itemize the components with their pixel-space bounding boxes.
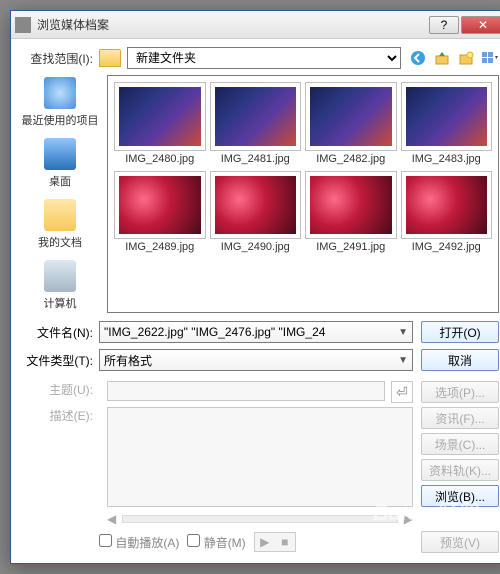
options-button[interactable]: 选项(P)... xyxy=(421,381,499,403)
thumbnail-image xyxy=(215,87,297,146)
lookin-combo[interactable]: 新建文件夹 xyxy=(127,47,401,69)
left-arrow-icon[interactable]: ◀ xyxy=(107,512,116,526)
subject-label: 主题(U): xyxy=(21,381,99,403)
slider[interactable] xyxy=(122,515,398,523)
help-button[interactable]: ? xyxy=(429,16,459,34)
browse-button[interactable]: 浏览(B)... xyxy=(421,485,499,507)
folder-icon xyxy=(99,49,121,67)
autoplay-checkbox[interactable]: 自動播放(A) xyxy=(99,534,179,551)
thumbnail-image xyxy=(406,176,488,235)
places-bar: 最近使用的项目 桌面 我的文档 计算机 xyxy=(21,75,99,313)
lookin-label: 查找范围(I): xyxy=(21,50,99,67)
file-thumb[interactable]: IMG_2481.jpg xyxy=(210,82,302,165)
play-icon: ▶ xyxy=(256,534,274,550)
file-dialog: 浏览媒体档案 ? ✕ 查找范围(I): 新建文件夹 最近使用的项目 桌面 我 xyxy=(10,10,500,564)
desc-label: 描述(E): xyxy=(21,407,99,507)
view-icon[interactable] xyxy=(481,49,499,67)
preview-button[interactable]: 预览(V) xyxy=(421,531,499,553)
open-button[interactable]: 打开(O) xyxy=(421,321,499,343)
place-documents[interactable]: 我的文档 xyxy=(38,199,82,250)
back-icon[interactable] xyxy=(409,49,427,67)
desc-textarea[interactable] xyxy=(107,407,413,507)
filetype-label: 文件类型(T): xyxy=(21,352,99,369)
datatrack-button[interactable]: 资料轨(K)... xyxy=(421,459,499,481)
filetype-value: 所有格式 xyxy=(104,352,152,369)
thumbnail-caption: IMG_2490.jpg xyxy=(221,241,290,253)
file-thumb[interactable]: IMG_2482.jpg xyxy=(305,82,397,165)
file-thumb[interactable]: IMG_2490.jpg xyxy=(210,171,302,254)
close-button[interactable]: ✕ xyxy=(461,16,500,34)
filename-label: 文件名(N): xyxy=(21,324,99,341)
place-computer[interactable]: 计算机 xyxy=(44,260,77,311)
up-icon[interactable] xyxy=(433,49,451,67)
filetype-select[interactable]: 所有格式 ▼ xyxy=(99,349,413,371)
cancel-button[interactable]: 取消 xyxy=(421,349,499,371)
desktop-icon xyxy=(44,138,76,170)
subject-input[interactable] xyxy=(107,381,385,401)
mute-checkbox[interactable]: 静音(M) xyxy=(187,534,245,551)
info-button[interactable]: 资讯(F)... xyxy=(421,407,499,429)
recent-icon xyxy=(44,77,76,109)
chevron-down-icon: ▼ xyxy=(398,355,408,366)
thumbnail-caption: IMG_2491.jpg xyxy=(316,241,385,253)
return-icon[interactable]: ⏎ xyxy=(391,381,413,403)
thumbnail-caption: IMG_2483.jpg xyxy=(412,153,481,165)
computer-icon xyxy=(44,260,76,292)
thumbnail-caption: IMG_2489.jpg xyxy=(125,241,194,253)
file-thumb[interactable]: IMG_2491.jpg xyxy=(305,171,397,254)
documents-icon xyxy=(44,199,76,231)
right-arrow-icon[interactable]: ▶ xyxy=(404,512,413,526)
thumbnail-image xyxy=(310,176,392,235)
thumbnail-caption: IMG_2482.jpg xyxy=(316,153,385,165)
thumbnail-caption: IMG_2492.jpg xyxy=(412,241,481,253)
file-thumb[interactable]: IMG_2480.jpg xyxy=(114,82,206,165)
scene-button[interactable]: 场景(C)... xyxy=(421,433,499,455)
thumbnail-image xyxy=(310,87,392,146)
place-desktop[interactable]: 桌面 xyxy=(44,138,76,189)
window-title: 浏览媒体档案 xyxy=(37,16,427,33)
titlebar[interactable]: 浏览媒体档案 ? ✕ xyxy=(11,11,500,39)
filename-value: "IMG_2622.jpg" "IMG_2476.jpg" "IMG_24 xyxy=(104,325,325,339)
file-thumb[interactable]: IMG_2492.jpg xyxy=(401,171,493,254)
chevron-down-icon: ▼ xyxy=(398,327,408,338)
thumbnail-image xyxy=(119,87,201,146)
file-list[interactable]: IMG_2480.jpg IMG_2481.jpg IMG_2482.jpg IMG_… xyxy=(107,75,499,313)
file-thumb[interactable]: IMG_2483.jpg xyxy=(401,82,493,165)
file-thumb[interactable]: IMG_2489.jpg xyxy=(114,171,206,254)
newfolder-icon[interactable] xyxy=(457,49,475,67)
thumbnail-image xyxy=(215,176,297,235)
stop-icon: ■ xyxy=(276,534,294,550)
thumbnail-image xyxy=(119,176,201,235)
filename-input[interactable]: "IMG_2622.jpg" "IMG_2476.jpg" "IMG_24 ▼ xyxy=(99,321,413,343)
app-icon xyxy=(15,17,31,33)
thumbnail-caption: IMG_2480.jpg xyxy=(125,153,194,165)
thumbnail-image xyxy=(406,87,488,146)
play-controls[interactable]: ▶■ xyxy=(254,532,296,552)
place-recent[interactable]: 最近使用的项目 xyxy=(22,77,99,128)
thumbnail-caption: IMG_2481.jpg xyxy=(221,153,290,165)
